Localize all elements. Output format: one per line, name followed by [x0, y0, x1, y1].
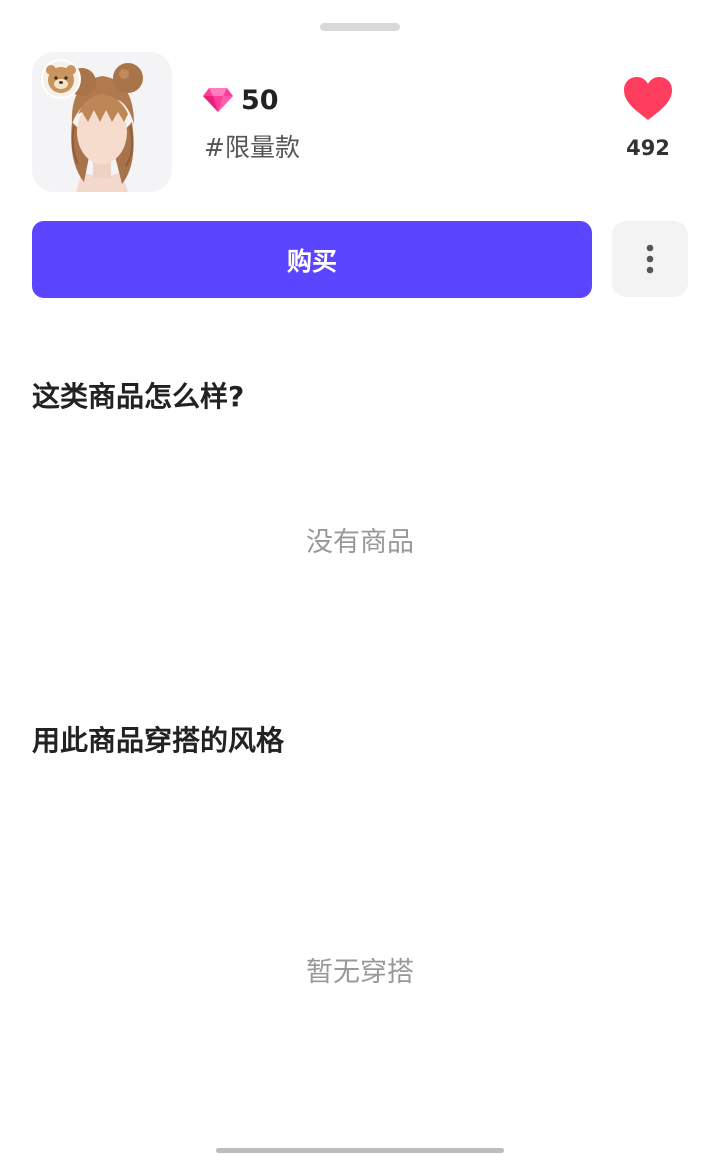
heart-icon[interactable] [623, 76, 673, 122]
like-button[interactable]: 492 [608, 76, 688, 160]
outfit-styles-title: 用此商品穿搭的风格 [32, 724, 285, 757]
gem-icon [203, 88, 233, 112]
price-value: 50 [241, 84, 279, 116]
price-row: 50 [203, 82, 279, 118]
outfit-styles-empty: 暂无穿搭 [306, 957, 414, 988]
home-indicator [216, 1148, 504, 1153]
more-options-button[interactable] [612, 221, 688, 297]
buy-button[interactable]: 购买 [32, 221, 592, 298]
bottom-sheet: 50 #限量款 492 购买 这类商品怎么样? 没有商品 用此商品穿搭的风格 暂… [0, 0, 720, 1155]
similar-items-empty: 没有商品 [306, 527, 414, 558]
bear-badge-icon [43, 61, 79, 97]
drag-handle[interactable] [320, 23, 400, 31]
similar-items-title: 这类商品怎么样? [32, 380, 245, 413]
like-count: 492 [626, 136, 670, 160]
item-tag: #限量款 [204, 133, 300, 162]
more-vertical-icon [646, 244, 654, 274]
